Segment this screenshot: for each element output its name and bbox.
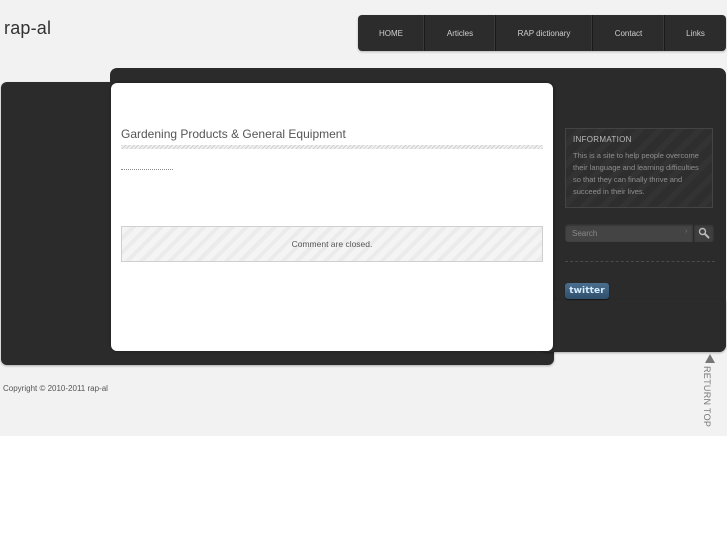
title-divider <box>121 145 543 149</box>
twitter-button[interactable]: twitter <box>565 283 609 299</box>
nav-item-links[interactable]: Links <box>665 15 726 51</box>
information-text: This is a site to help people overcome t… <box>573 151 699 196</box>
information-widget: INFORMATION This is a site to help peopl… <box>565 128 713 208</box>
nav-item-contact[interactable]: Contact <box>593 15 665 51</box>
main-navigation: HOME Articles RAP dictionary Contact Lin… <box>358 15 726 51</box>
sidebar-panel-base <box>540 300 726 352</box>
sidebar-divider <box>565 261 715 262</box>
search-form: › <box>565 224 715 244</box>
return-top-link[interactable]: RETURN TOP <box>701 354 719 428</box>
copyright-text: Copyright © 2010-2011 rap-al <box>3 384 108 393</box>
nav-item-home[interactable]: HOME <box>358 15 425 51</box>
triangle-up-icon <box>705 354 715 363</box>
search-button[interactable] <box>694 224 714 242</box>
nav-item-rap-dictionary[interactable]: RAP dictionary <box>496 15 593 51</box>
comments-closed-notice: Comment are closed. <box>121 226 543 262</box>
site-title[interactable]: rap-al <box>4 18 51 39</box>
nav-item-articles[interactable]: Articles <box>425 15 496 51</box>
search-arrow-icon: › <box>685 228 688 235</box>
information-heading: INFORMATION <box>573 135 632 144</box>
post-meta-dots <box>121 169 173 170</box>
content-card: Gardening Products & General Equipment C… <box>111 83 553 351</box>
post-title[interactable]: Gardening Products & General Equipment <box>121 127 346 141</box>
twitter-logo-text: twitter <box>569 286 605 296</box>
return-top-label: RETURN TOP <box>702 366 712 428</box>
search-input[interactable] <box>565 224 693 242</box>
magnifier-icon <box>698 227 710 239</box>
